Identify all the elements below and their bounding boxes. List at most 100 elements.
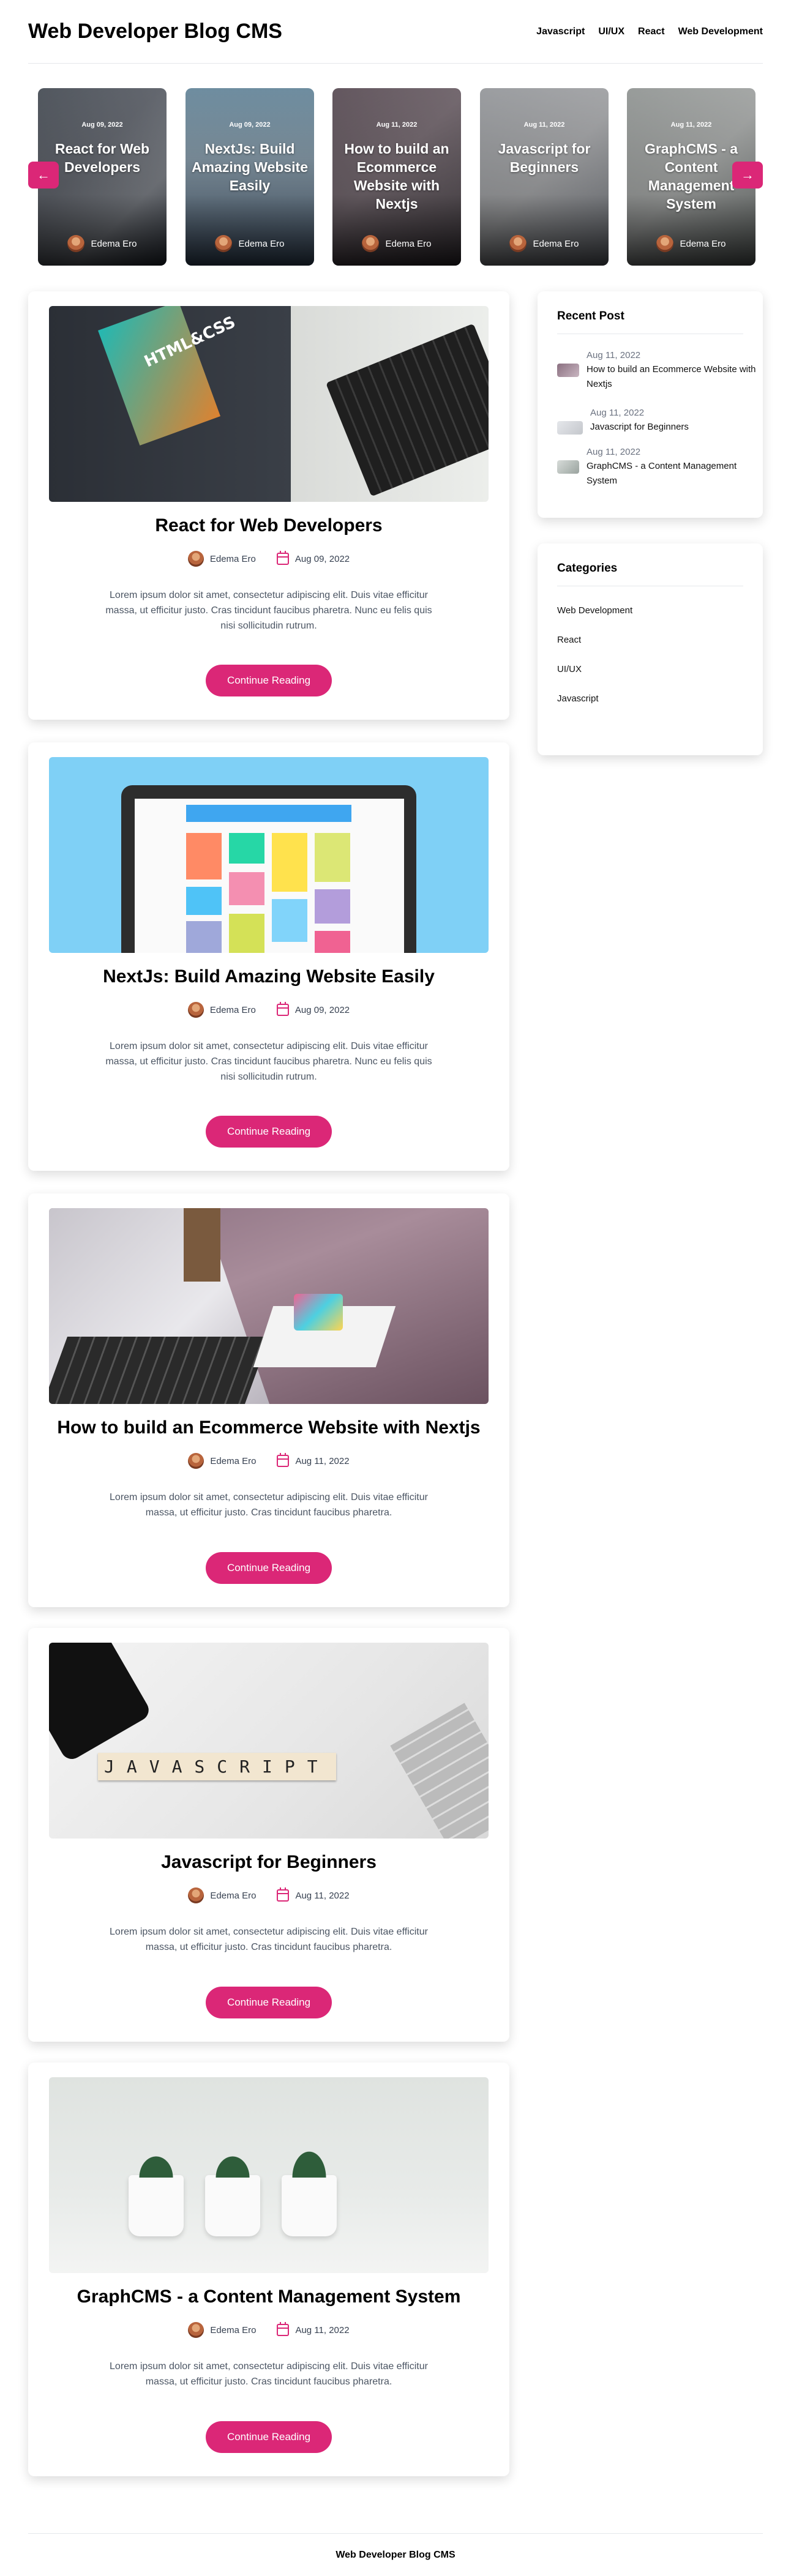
- featured-date: Aug 11, 2022: [376, 121, 418, 129]
- site-header: Web Developer Blog CMS Javascript UI/UX …: [28, 0, 763, 64]
- featured-date: Aug 11, 2022: [670, 121, 712, 129]
- post-date: Aug 11, 2022: [295, 1890, 350, 1901]
- continue-reading-button[interactable]: Continue Reading: [206, 2421, 332, 2453]
- post-card: JAVASCRIPT Javascript for Beginners Edem…: [28, 1628, 509, 2042]
- post-meta: Edema Ero Aug 09, 2022: [28, 551, 509, 567]
- avatar: [362, 235, 380, 252]
- post-image[interactable]: [49, 2077, 489, 2273]
- post-excerpt: Lorem ipsum dolor sit amet, consectetur …: [105, 1041, 432, 1082]
- main-nav: Javascript UI/UX React Web Development: [536, 26, 763, 37]
- calendar-icon: [276, 551, 289, 565]
- featured-card[interactable]: Aug 11, 2022 How to build an Ecommerce W…: [332, 88, 461, 266]
- recent-post-item[interactable]: Aug 11, 2022 Javascript for Beginners: [557, 408, 689, 435]
- category-link-web-development[interactable]: Web Development: [557, 605, 632, 616]
- avatar: [67, 235, 85, 252]
- post-title[interactable]: GraphCMS - a Content Management System: [40, 2287, 497, 2307]
- post-author: Edema Ero: [210, 1890, 257, 1901]
- category-link-javascript[interactable]: Javascript: [557, 693, 599, 704]
- post-date: Aug 11, 2022: [295, 2324, 350, 2335]
- avatar: [188, 1453, 204, 1469]
- widget-title: Categories: [557, 562, 618, 575]
- featured-author: Edema Ero: [627, 235, 755, 252]
- post-image[interactable]: [49, 757, 489, 953]
- post-author: Edema Ero: [209, 1004, 256, 1015]
- carousel-next-button[interactable]: →: [732, 162, 763, 189]
- calendar-icon: [277, 1887, 290, 1902]
- recent-post-item[interactable]: Aug 11, 2022 GraphCMS - a Content Manage…: [557, 447, 763, 488]
- featured-card[interactable]: Aug 09, 2022 NextJs: Build Amazing Websi…: [186, 88, 314, 266]
- recent-post-item[interactable]: Aug 11, 2022 How to build an Ecommerce W…: [557, 350, 763, 392]
- featured-title: React for Web Developers: [54, 141, 150, 175]
- continue-reading-button[interactable]: Continue Reading: [206, 665, 332, 696]
- avatar: [187, 1002, 204, 1018]
- post-title[interactable]: Javascript for Beginners: [40, 1852, 497, 1873]
- categories-widget: Categories Web Development React UI/UX J…: [538, 543, 763, 755]
- featured-author: Edema Ero: [186, 235, 314, 252]
- scrabble-tiles: JAVASCRIPT: [98, 1753, 336, 1780]
- avatar: [188, 1887, 204, 1903]
- nav-link-uiux[interactable]: UI/UX: [598, 26, 624, 37]
- post-card: GraphCMS - a Content Management System E…: [28, 2063, 509, 2476]
- post-title[interactable]: How to build an Ecommerce Website with N…: [40, 1417, 497, 1438]
- calendar-icon: [277, 2322, 290, 2336]
- featured-date: Aug 11, 2022: [523, 121, 565, 129]
- nav-link-javascript[interactable]: Javascript: [536, 26, 585, 37]
- continue-reading-button[interactable]: Continue Reading: [206, 1987, 332, 2018]
- featured-author: Edema Ero: [480, 235, 609, 252]
- avatar: [187, 551, 204, 567]
- category-link-react[interactable]: React: [557, 635, 581, 645]
- post-card: NextJs: Build Amazing Website Easily Ede…: [28, 742, 509, 1171]
- nav-link-react[interactable]: React: [638, 26, 665, 37]
- featured-date: Aug 09, 2022: [229, 121, 271, 129]
- continue-reading-button[interactable]: Continue Reading: [206, 1116, 332, 1148]
- recent-post-thumbnail: [557, 421, 583, 435]
- widget-title: Recent Post: [557, 310, 624, 323]
- post-date: Aug 09, 2022: [294, 1004, 350, 1015]
- recent-posts-widget: Recent Post Aug 11, 2022 How to build an…: [538, 291, 763, 518]
- post-date: Aug 09, 2022: [294, 553, 350, 564]
- post-title[interactable]: NextJs: Build Amazing Website Easily: [40, 966, 497, 987]
- featured-card[interactable]: Aug 11, 2022 Javascript for Beginners Ed…: [480, 88, 609, 266]
- category-link-uiux[interactable]: UI/UX: [557, 664, 582, 674]
- avatar: [509, 235, 527, 252]
- recent-post-title[interactable]: Javascript for Beginners: [590, 420, 689, 435]
- avatar: [656, 235, 674, 252]
- avatar: [215, 235, 233, 252]
- featured-title: How to build an Ecommerce Website with N…: [344, 141, 449, 212]
- post-author: Edema Ero: [210, 1455, 257, 1466]
- featured-date: Aug 09, 2022: [81, 121, 123, 129]
- site-footer: Web Developer Blog CMS: [28, 2533, 763, 2576]
- post-excerpt: Lorem ipsum dolor sit amet, consectetur …: [105, 590, 432, 631]
- post-image[interactable]: HTML&CSS: [49, 306, 489, 502]
- arrow-left-icon: ←: [37, 167, 50, 182]
- featured-carousel: Aug 09, 2022 React for Web Developers Ed…: [28, 88, 763, 266]
- post-meta: Edema Ero Aug 11, 2022: [28, 1887, 509, 1903]
- recent-post-thumbnail: [557, 460, 579, 474]
- recent-post-title[interactable]: GraphCMS - a Content Management System: [587, 459, 763, 488]
- featured-author: Edema Ero: [332, 235, 461, 252]
- post-meta: Edema Ero Aug 09, 2022: [28, 1002, 509, 1018]
- nav-link-web-development[interactable]: Web Development: [678, 26, 763, 37]
- continue-reading-button[interactable]: Continue Reading: [206, 1552, 332, 1584]
- site-brand[interactable]: Web Developer Blog CMS: [28, 20, 282, 43]
- recent-post-thumbnail: [557, 364, 579, 377]
- featured-title: Javascript for Beginners: [498, 141, 591, 175]
- post-author: Edema Ero: [209, 553, 256, 564]
- post-card: How to build an Ecommerce Website with N…: [28, 1193, 509, 1607]
- post-excerpt: Lorem ipsum dolor sit amet, consectetur …: [110, 1927, 428, 1952]
- post-excerpt: Lorem ipsum dolor sit amet, consectetur …: [110, 2361, 428, 2387]
- recent-post-date: Aug 11, 2022: [590, 408, 645, 418]
- calendar-icon: [276, 1002, 289, 1016]
- post-meta: Edema Ero Aug 11, 2022: [28, 1453, 509, 1469]
- carousel-prev-button[interactable]: ←: [28, 162, 59, 189]
- avatar: [188, 2322, 204, 2338]
- post-image[interactable]: [49, 1208, 489, 1404]
- post-date: Aug 11, 2022: [295, 1455, 350, 1466]
- post-card: HTML&CSS React for Web Developers Edema …: [28, 291, 509, 720]
- post-image[interactable]: JAVASCRIPT: [49, 1643, 489, 1839]
- post-title[interactable]: React for Web Developers: [40, 515, 497, 536]
- featured-author: Edema Ero: [38, 235, 167, 252]
- footer-text: Web Developer Blog CMS: [336, 2549, 455, 2560]
- recent-post-title[interactable]: How to build an Ecommerce Website with N…: [587, 362, 763, 392]
- post-meta: Edema Ero Aug 11, 2022: [28, 2322, 509, 2338]
